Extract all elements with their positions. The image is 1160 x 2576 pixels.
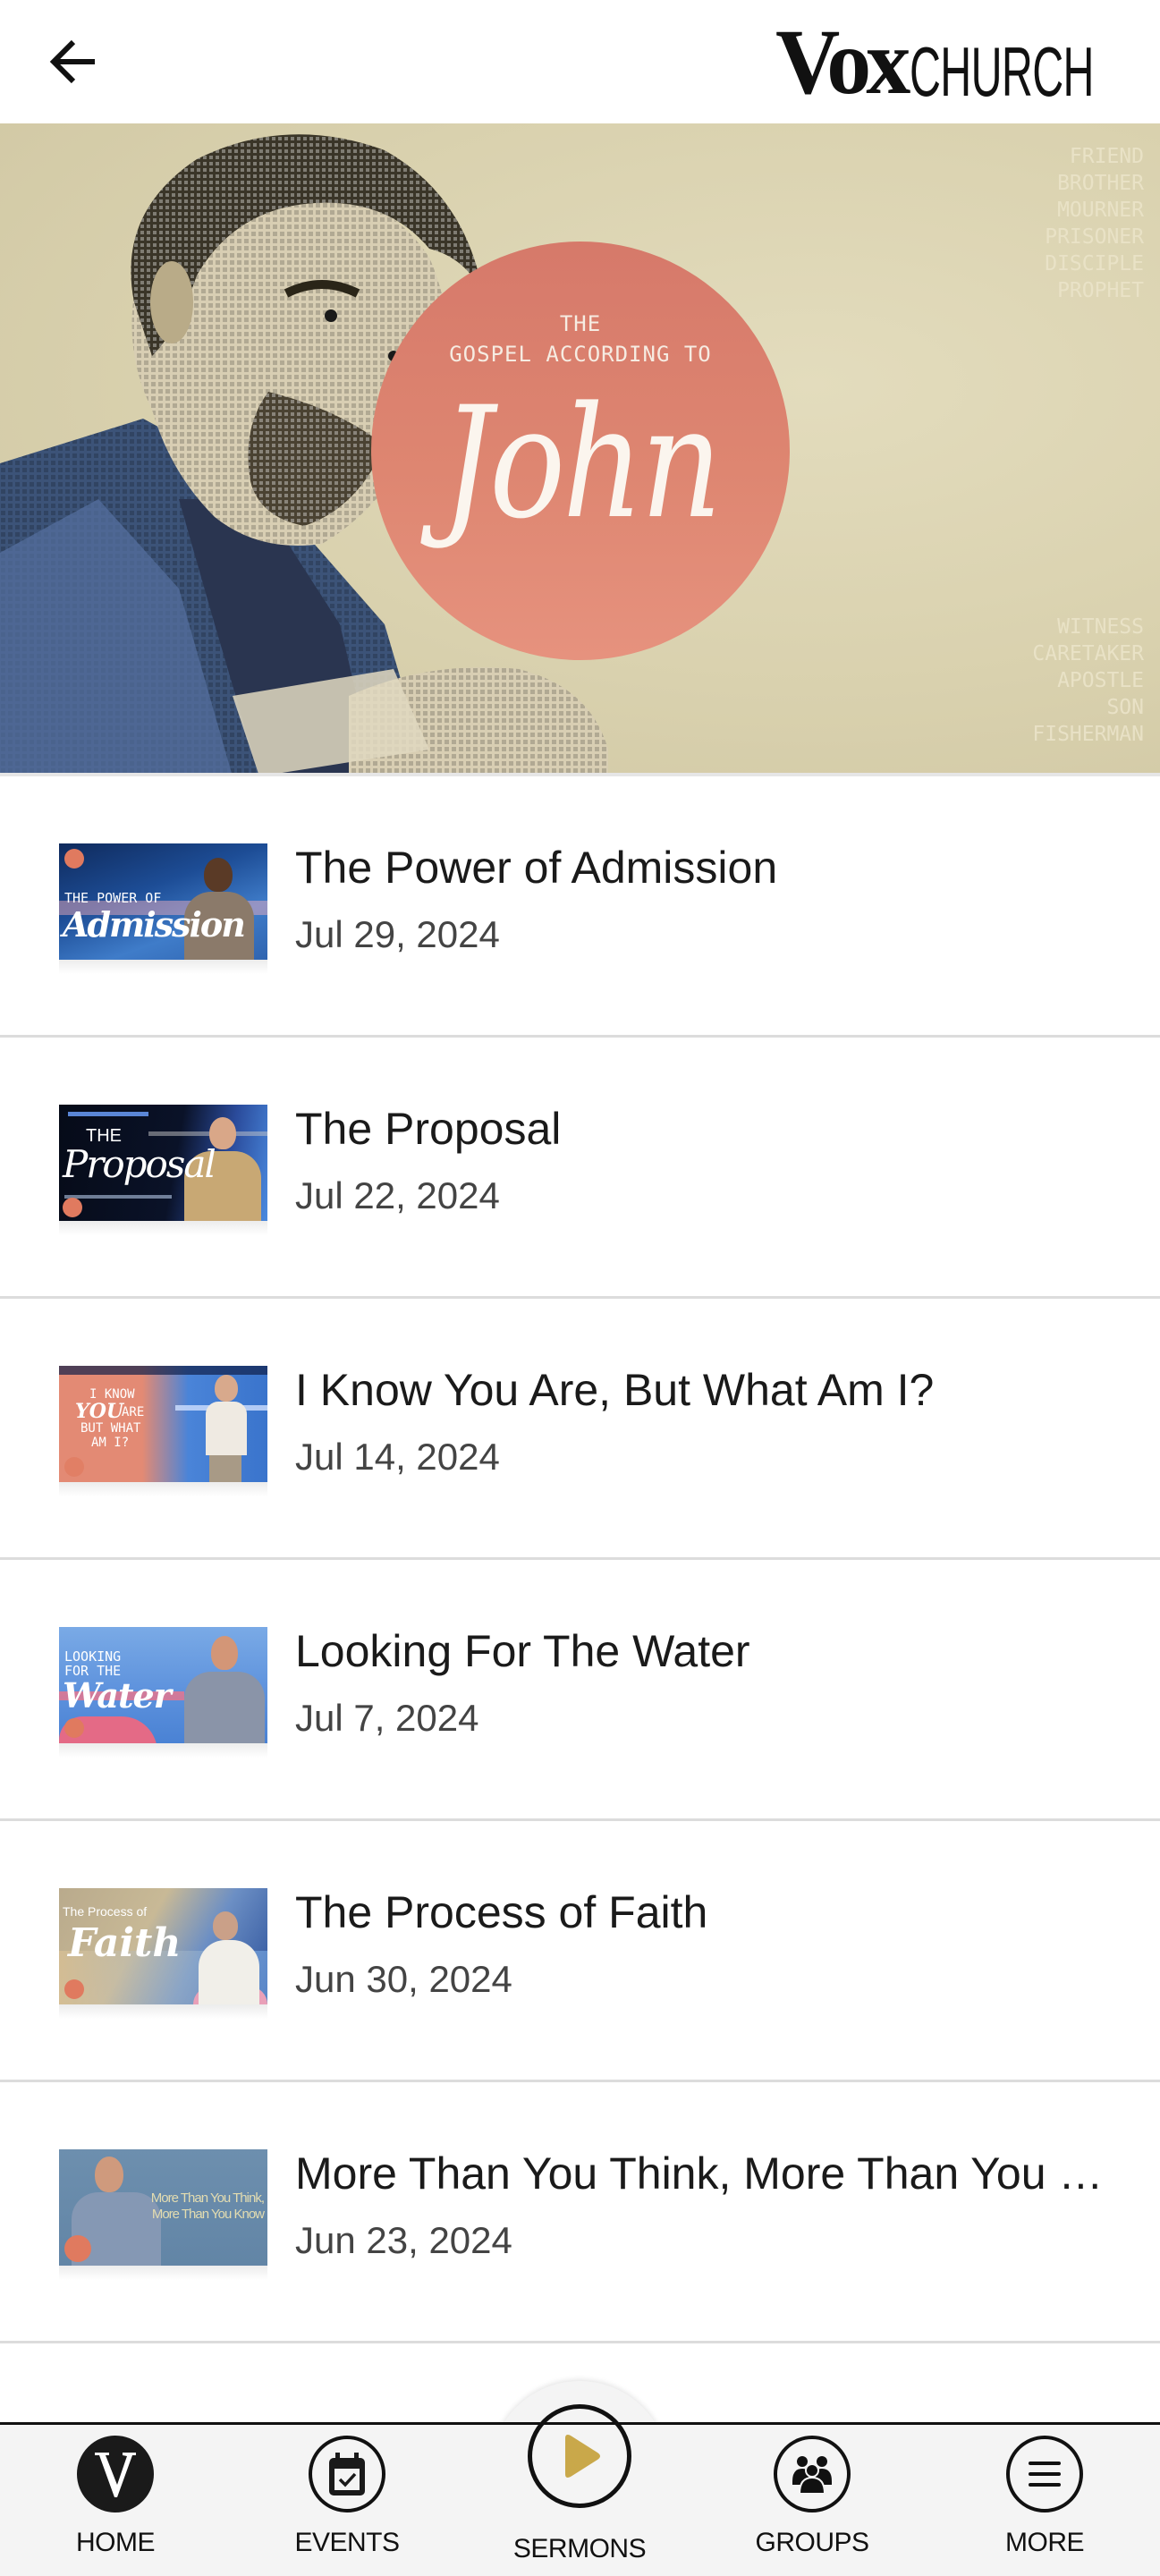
play-icon xyxy=(528,2404,631,2508)
sermon-list-item[interactable]: The Process of Faith The Process of Fait… xyxy=(0,1821,1160,2082)
sermon-date: Jul 29, 2024 xyxy=(295,913,500,955)
hero-side-words-bottom: WITNESS CARETAKER APOSTLE SON FISHERMAN xyxy=(1032,614,1144,748)
thumb-text: BUT WHAT xyxy=(80,1421,141,1436)
thumbnail-shadow xyxy=(59,1482,267,1496)
sermon-title: Looking For The Water xyxy=(295,1626,750,1676)
thumb-text: More Than You Think, xyxy=(150,2190,265,2206)
menu-icon xyxy=(1006,2436,1083,2512)
side-word: WITNESS xyxy=(1057,615,1144,639)
nav-label: HOME xyxy=(76,2528,156,2557)
thumbnail-shadow xyxy=(59,1221,267,1235)
sermon-date: Jun 23, 2024 xyxy=(295,2219,512,2261)
vox-church-logo: Vox CHURCH xyxy=(770,11,1133,114)
sermon-title: The Proposal xyxy=(295,1104,562,1154)
sermon-title: I Know You Are, But What Am I? xyxy=(295,1365,935,1415)
thumb-text: More Than You Know xyxy=(151,2207,265,2222)
people-icon xyxy=(774,2436,851,2512)
thumb-text: AM I? xyxy=(91,1436,130,1450)
side-word: MOURNER xyxy=(1057,199,1144,222)
arrow-left-icon xyxy=(49,39,95,84)
thumb-script: Proposal xyxy=(63,1142,216,1186)
sermon-list: THE POWER OF Admission The Power of Admi… xyxy=(0,776,1160,2415)
hero-line1: THE xyxy=(559,311,602,336)
sermon-thumbnail: More Than You Think, More Than You Know xyxy=(59,2149,267,2266)
nav-label: GROUPS xyxy=(755,2528,869,2557)
hero-title: John xyxy=(441,373,722,553)
side-word: BROTHER xyxy=(1057,172,1144,195)
hero-side-words-top: FRIEND BROTHER MOURNER PRISONER DISCIPLE… xyxy=(1045,143,1144,304)
side-word: SON xyxy=(1106,696,1144,719)
calendar-check-icon xyxy=(309,2436,385,2512)
thumb-text: ARE xyxy=(122,1405,145,1419)
nav-label: EVENTS xyxy=(294,2528,400,2557)
sermon-list-item[interactable]: THE Proposal The Proposal Jul 22, 2024 xyxy=(0,1038,1160,1299)
sermon-date: Jul 7, 2024 xyxy=(295,1697,479,1739)
side-word: APOSTLE xyxy=(1057,669,1144,692)
nav-label: SERMONS xyxy=(512,2534,647,2563)
nav-events[interactable]: EVENTS xyxy=(258,2422,436,2576)
sermon-list-item[interactable]: More Than You Think, More Than You Know … xyxy=(0,2082,1160,2343)
sermon-list-item[interactable]: I KNOW YOU ARE BUT WHAT AM I? I Know You… xyxy=(0,1299,1160,1560)
logo-church-text: CHURCH xyxy=(910,32,1094,111)
nav-home[interactable]: HOME xyxy=(26,2422,205,2576)
sermon-title: The Process of Faith xyxy=(295,1887,708,1937)
sermon-date: Jul 22, 2024 xyxy=(295,1174,500,1216)
sermon-title: The Power of Admission xyxy=(295,843,778,893)
thumb-script: Faith xyxy=(68,1920,182,1966)
nav-sermons[interactable]: SERMONS xyxy=(490,2404,669,2576)
nav-more[interactable]: MORE xyxy=(955,2422,1134,2576)
series-hero-banner: THE GOSPEL ACCORDING TO John FRIEND BROT… xyxy=(0,123,1160,776)
sermon-date: Jul 14, 2024 xyxy=(295,1436,500,1478)
side-word: FRIEND xyxy=(1069,145,1144,168)
sermon-date: Jun 30, 2024 xyxy=(295,1958,512,2000)
app-header: Vox CHURCH xyxy=(0,0,1160,123)
side-word: FISHERMAN xyxy=(1032,723,1144,746)
thumbnail-shadow xyxy=(59,960,267,974)
thumbnail-shadow xyxy=(59,2266,267,2280)
sermon-thumbnail: I KNOW YOU ARE BUT WHAT AM I? xyxy=(59,1366,267,1482)
sermon-thumbnail: THE POWER OF Admission xyxy=(59,843,267,960)
thumbnail-shadow xyxy=(59,1743,267,1758)
sermon-list-item[interactable]: LOOKING FOR THE Water Looking For The Wa… xyxy=(0,1560,1160,1821)
v-logo-icon xyxy=(77,2436,154,2512)
sermon-thumbnail: THE Proposal xyxy=(59,1105,267,1221)
thumb-script: Water xyxy=(63,1675,172,1716)
sermon-list-item[interactable]: THE POWER OF Admission The Power of Admi… xyxy=(0,776,1160,1038)
thumbnail-shadow xyxy=(59,2004,267,2019)
sermon-thumbnail: The Process of Faith xyxy=(59,1888,267,2004)
thumb-script: Admission xyxy=(63,904,246,945)
side-word: DISCIPLE xyxy=(1045,252,1144,275)
side-word: PRISONER xyxy=(1045,225,1144,249)
hero-line2: GOSPEL ACCORDING TO xyxy=(449,342,712,367)
thumb-text: The Process of xyxy=(63,1904,148,1919)
thumb-script: YOU xyxy=(75,1400,124,1423)
side-word: PROPHET xyxy=(1057,279,1144,302)
sermon-thumbnail: LOOKING FOR THE Water xyxy=(59,1627,267,1743)
nav-label: MORE xyxy=(1005,2528,1085,2557)
logo-vox-text: Vox xyxy=(775,11,911,114)
sermon-title: More Than You Think, More Than You Know xyxy=(295,2148,1124,2199)
side-word: CARETAKER xyxy=(1032,642,1144,665)
back-button[interactable] xyxy=(45,34,102,89)
nav-groups[interactable]: GROUPS xyxy=(723,2422,902,2576)
